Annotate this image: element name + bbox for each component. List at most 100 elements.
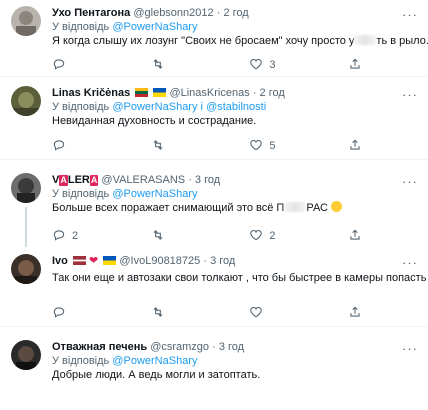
retweet-icon [151, 228, 165, 245]
mention-link[interactable]: @PowerNaShary [112, 21, 197, 33]
like-button[interactable] [249, 306, 319, 320]
display-name-badge: A [59, 175, 68, 186]
separator-dot: · [203, 255, 208, 267]
share-icon [348, 57, 362, 74]
avatar[interactable] [11, 173, 41, 203]
display-name-part[interactable]: LER [68, 174, 90, 186]
retweet-button[interactable] [151, 58, 221, 72]
share-button[interactable] [348, 139, 368, 153]
tweet-text: Я когда слышу их лозунг "Своих не бросае… [52, 34, 428, 49]
display-name-badge: A [89, 175, 99, 186]
share-button[interactable] [348, 306, 368, 320]
tweet[interactable]: VALERA @VALERASANS · 3 год У відповідь @… [0, 159, 428, 247]
like-button[interactable]: 3 [249, 58, 319, 72]
tweet-text: Больше всех поражает снимающий это всё П… [52, 201, 420, 216]
share-icon [348, 138, 362, 155]
timestamp[interactable]: 2 год [260, 87, 285, 99]
reply-button[interactable] [52, 306, 122, 320]
ukraine-flag-icon [103, 256, 117, 265]
redacted-blur [284, 202, 307, 212]
user-handle[interactable]: @LinasKricenas [169, 87, 249, 99]
lithuania-flag-icon [135, 88, 149, 97]
retweet-icon [151, 57, 165, 74]
user-handle[interactable]: @csramzgo [150, 341, 209, 353]
share-icon [348, 228, 362, 245]
tweet-header: Отважная печень @csramzgo · 3 год [52, 340, 420, 354]
more-options-icon[interactable]: ··· [402, 88, 418, 101]
reply-button[interactable]: 2 [52, 229, 122, 243]
like-count: 3 [269, 59, 276, 71]
tweet-header: Linas Kričėnas @LinasKricenas · 2 год [52, 86, 420, 100]
avatar[interactable] [11, 86, 41, 116]
tweet-header: VALERA @VALERASANS · 3 год [52, 173, 420, 187]
separator-dot: · [216, 7, 221, 19]
retweet-icon [151, 138, 165, 155]
reply-icon [52, 305, 66, 322]
like-icon [249, 305, 263, 322]
reply-context: У відповідь @PowerNaShary [52, 20, 420, 34]
tweet[interactable]: Ivo ❤ @IvoL90818725 · 3 год Так они еще … [0, 244, 428, 327]
tweet[interactable]: Ухо Пентагона @glebsonn2012 · 2 год У ві… [0, 0, 428, 77]
tweet-text: Невиданная духовность и сострадание. [52, 115, 257, 127]
display-name-part[interactable]: V [52, 174, 59, 186]
display-name[interactable]: Linas Kričėnas [52, 87, 130, 99]
share-button[interactable] [348, 229, 368, 243]
display-name[interactable]: Ivo [52, 255, 68, 267]
reply-prefix: У відповідь [52, 101, 110, 113]
like-icon [249, 228, 263, 245]
tweet-text-part: Больше всех поражает снимающий это всё П [52, 202, 285, 214]
avatar[interactable] [11, 254, 41, 284]
share-icon [348, 305, 362, 322]
reply-prefix: У відповідь [52, 21, 110, 33]
timestamp[interactable]: 2 год [223, 7, 248, 19]
more-options-icon[interactable]: ··· [402, 8, 418, 21]
retweet-button[interactable] [151, 229, 221, 243]
retweet-button[interactable] [151, 306, 221, 320]
share-button[interactable] [348, 58, 368, 72]
reply-count: 2 [72, 230, 79, 242]
like-button[interactable]: 2 [249, 229, 319, 243]
tweet[interactable]: Linas Kričėnas @LinasKricenas · 2 год У … [0, 76, 428, 160]
more-options-icon[interactable]: ··· [402, 342, 418, 355]
retweet-icon [151, 305, 165, 322]
timestamp[interactable]: 3 год [195, 174, 220, 186]
heart-icon: ❤ [89, 255, 99, 267]
like-button[interactable]: 5 [249, 139, 319, 153]
timestamp[interactable]: 3 год [219, 341, 244, 353]
grinning-emoji-icon [331, 201, 343, 212]
reply-prefix: У відповідь [52, 188, 110, 200]
latvia-flag-icon [72, 256, 86, 265]
tweet-text-part: Я когда слышу их лозунг "Своих не бросае… [52, 35, 355, 47]
user-handle[interactable]: @glebsonn2012 [133, 7, 213, 19]
user-handle[interactable]: @IvoL90818725 [119, 255, 200, 267]
display-name[interactable]: Отважная печень [52, 341, 147, 353]
separator-dot: · [252, 87, 257, 99]
avatar[interactable] [11, 340, 41, 370]
tweet-header: Ivo ❤ @IvoL90818725 · 3 год [52, 254, 420, 268]
separator-dot: · [212, 341, 216, 353]
thread-line [25, 207, 27, 247]
reply-context: У відповідь @PowerNaShary і @stabilnosti [52, 100, 420, 114]
like-count: 2 [269, 230, 276, 242]
reply-button[interactable] [52, 139, 122, 153]
more-options-icon[interactable]: ··· [402, 256, 418, 269]
avatar[interactable] [11, 6, 41, 36]
mention-link[interactable]: @PowerNaShary [112, 355, 197, 367]
tweet-text: Так они еще и автозаки свои толкают , чт… [52, 272, 427, 284]
user-handle[interactable]: @VALERASANS [101, 174, 185, 186]
mention-link[interactable]: @PowerNaShary [112, 188, 197, 200]
more-options-icon[interactable]: ··· [402, 175, 418, 188]
separator-dot: · [188, 174, 192, 186]
tweet-text-part: РАС [306, 202, 328, 214]
reply-button[interactable] [52, 58, 122, 72]
retweet-button[interactable] [151, 139, 221, 153]
reply-context: У відповідь @PowerNaShary [52, 187, 420, 201]
timestamp[interactable]: 3 год [210, 255, 235, 267]
mention-link[interactable]: @PowerNaShary [112, 101, 197, 113]
like-icon [249, 57, 263, 74]
tweet-text: Добрые люди. А ведь могли и затоптать. [52, 369, 261, 381]
like-icon [249, 138, 263, 155]
tweet[interactable]: Отважная печень @csramzgo · 3 год У відп… [0, 326, 428, 410]
display-name[interactable]: Ухо Пентагона [52, 7, 130, 19]
mention-link[interactable]: @stabilnosti [206, 101, 266, 113]
